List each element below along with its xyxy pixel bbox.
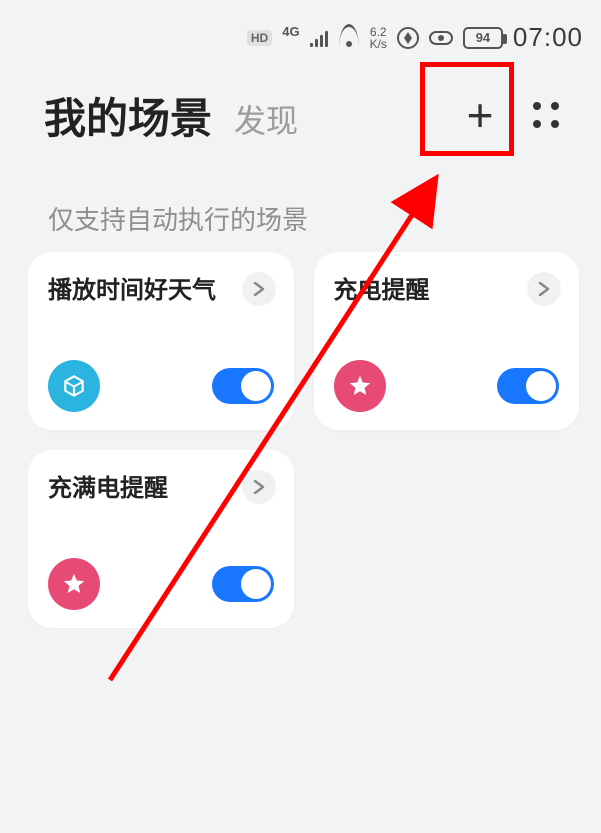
scene-card-title: 充电提醒 — [334, 270, 560, 305]
scene-card-grid: 播放时间好天气 充电提醒 充满电提醒 — [28, 252, 579, 628]
network-speed: 6.2 K/s — [370, 26, 387, 50]
wifi-icon — [338, 29, 360, 47]
sync-icon — [397, 27, 419, 49]
scene-card-title: 播放时间好天气 — [48, 270, 274, 305]
more-dots-icon — [533, 102, 559, 128]
battery-icon: 94 — [463, 27, 503, 49]
scene-toggle[interactable] — [212, 566, 274, 602]
network-speed-value: 6.2 — [370, 26, 387, 38]
add-scene-button[interactable]: + — [445, 80, 515, 150]
star-icon — [48, 558, 100, 610]
page-header: 我的场景 发现 + — [44, 80, 571, 150]
battery-percentage: 94 — [476, 30, 490, 45]
scene-toggle[interactable] — [212, 368, 274, 404]
section-auto-only-label: 仅支持自动执行的场景 — [48, 200, 308, 237]
signal-bars-icon — [310, 29, 328, 47]
chevron-right-icon[interactable] — [242, 470, 276, 504]
clock: 07:00 — [513, 22, 583, 53]
eye-icon — [429, 31, 453, 45]
status-bar: HD 4G 6.2 K/s 94 07:00 — [247, 22, 583, 53]
scene-card[interactable]: 充满电提醒 — [28, 450, 294, 628]
chevron-right-icon[interactable] — [242, 272, 276, 306]
plus-icon: + — [467, 92, 494, 138]
scene-toggle[interactable] — [497, 368, 559, 404]
network-speed-unit: K/s — [370, 38, 387, 50]
scene-card-title: 充满电提醒 — [48, 468, 274, 503]
more-button[interactable] — [521, 90, 571, 140]
scene-card[interactable]: 充电提醒 — [314, 252, 580, 430]
chevron-right-icon[interactable] — [527, 272, 561, 306]
hd-badge: HD — [247, 30, 272, 46]
tab-discover[interactable]: 发现 — [234, 96, 298, 142]
tab-my-scenes[interactable]: 我的场景 — [44, 85, 212, 146]
network-gen: 4G — [282, 24, 299, 39]
scene-card[interactable]: 播放时间好天气 — [28, 252, 294, 430]
star-icon — [334, 360, 386, 412]
cube-icon — [48, 360, 100, 412]
